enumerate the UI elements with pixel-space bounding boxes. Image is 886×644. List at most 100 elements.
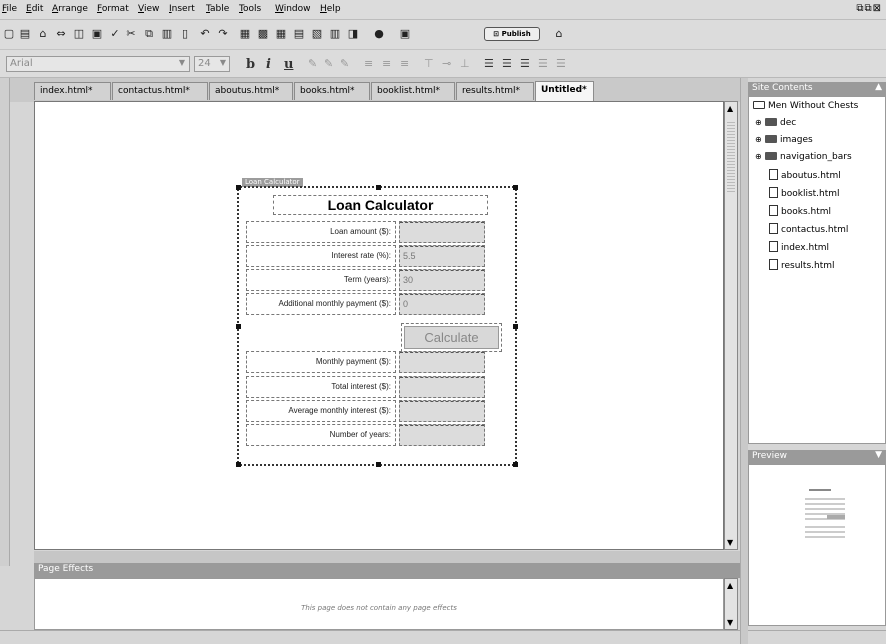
text-color-icon[interactable]: ✎ — [308, 57, 317, 70]
insert-text-icon[interactable]: ▦ — [238, 27, 252, 41]
menu-help[interactable]: Help — [320, 4, 341, 14]
tab-index[interactable]: index.html* — [34, 82, 111, 100]
term-years-field[interactable]: 30 — [399, 269, 485, 291]
menu-arrange[interactable]: Arrange — [52, 4, 88, 14]
save-icon[interactable]: ◫ — [72, 27, 86, 41]
right-splitter[interactable] — [740, 78, 748, 644]
insert-layer-icon[interactable]: ▧ — [310, 27, 324, 41]
tree-file-results[interactable]: results.html — [769, 259, 835, 271]
delete-icon[interactable]: ▯ — [178, 27, 192, 41]
underline-icon[interactable]: u — [284, 57, 293, 72]
new-page-icon[interactable]: ▢ — [2, 27, 16, 41]
scroll-thumb[interactable] — [727, 122, 735, 192]
preview-browser-icon[interactable]: ● — [372, 27, 386, 41]
valign-bottom-icon[interactable]: ⊥ — [460, 57, 470, 70]
help-icon[interactable]: ⌂ — [552, 27, 566, 41]
number-of-years-field[interactable] — [399, 424, 485, 446]
scroll-up-icon[interactable]: ▲ — [727, 104, 733, 113]
tab-results[interactable]: results.html* — [456, 82, 534, 100]
tree-folder-dec[interactable]: ⊕ dec — [755, 118, 796, 128]
window-controls[interactable]: ⧉⧉⊠ — [856, 3, 882, 14]
style-icon[interactable]: ✎ — [340, 57, 349, 70]
insert-image-icon[interactable]: ▩ — [256, 27, 270, 41]
menu-table[interactable]: Table — [206, 4, 229, 14]
valign-middle-icon[interactable]: ⊸ — [442, 57, 451, 70]
collapse-icon[interactable]: ▲ — [875, 82, 882, 92]
expand-icon[interactable]: ⊕ — [755, 118, 763, 127]
align-right-icon[interactable]: ≡ — [400, 57, 409, 70]
resize-handle[interactable] — [236, 462, 241, 467]
tree-file-index[interactable]: index.html — [769, 241, 829, 253]
bullet-list-icon[interactable]: ☰ — [484, 57, 494, 70]
tab-booklist[interactable]: booklist.html* — [371, 82, 455, 100]
left-rail[interactable] — [0, 78, 10, 566]
menu-file[interactable]: File — [2, 4, 17, 14]
tab-untitled[interactable]: Untitled* — [535, 81, 594, 101]
resize-handle[interactable] — [236, 185, 241, 190]
bold-icon[interactable]: b — [246, 57, 255, 72]
tree-file-aboutus[interactable]: aboutus.html — [769, 169, 841, 181]
resize-handle[interactable] — [513, 462, 518, 467]
publish-button[interactable]: ⊡ Publish — [484, 27, 540, 41]
editor-scrollbar[interactable]: ▲ ▼ — [724, 101, 738, 550]
tab-books[interactable]: books.html* — [294, 82, 370, 100]
indent-more-icon[interactable]: ☰ — [556, 57, 566, 70]
scroll-down-icon[interactable]: ▼ — [727, 538, 733, 547]
menu-edit[interactable]: Edit — [26, 4, 43, 14]
insert-table-icon[interactable]: ▦ — [274, 27, 288, 41]
resize-handle[interactable] — [376, 462, 381, 467]
numbered-list-icon[interactable]: ☰ — [502, 57, 512, 70]
redo-icon[interactable]: ↷ — [216, 27, 230, 41]
new-site-icon[interactable]: ▤ — [18, 27, 32, 41]
menu-insert[interactable]: Insert — [169, 4, 195, 14]
resize-handle[interactable] — [236, 324, 241, 329]
menu-tools[interactable]: Tools — [239, 4, 261, 14]
tree-file-booklist[interactable]: booklist.html — [769, 187, 840, 199]
total-interest-field[interactable] — [399, 376, 485, 398]
page-properties-icon[interactable]: ▣ — [398, 27, 412, 41]
tab-contactus[interactable]: contactus.html* — [112, 82, 208, 100]
tree-file-books[interactable]: books.html — [769, 205, 831, 217]
resize-handle[interactable] — [513, 185, 518, 190]
menu-format[interactable]: Format — [97, 4, 129, 14]
expand-icon[interactable]: ⊕ — [755, 152, 763, 161]
undo-icon[interactable]: ↶ — [198, 27, 212, 41]
spellcheck-icon[interactable]: ✓ — [108, 27, 122, 41]
additional-payment-field[interactable]: 0 — [399, 293, 485, 315]
insert-column-icon[interactable]: ▥ — [328, 27, 342, 41]
interest-rate-field[interactable]: 5.5 — [399, 245, 485, 267]
panel-splitter[interactable] — [34, 551, 740, 563]
align-left-icon[interactable]: ≡ — [364, 57, 373, 70]
cut-icon[interactable]: ✂ — [124, 27, 138, 41]
page-effects-scrollbar[interactable]: ▲ ▼ — [724, 578, 738, 630]
font-size-select[interactable]: 24 ▼ — [194, 56, 230, 72]
print-icon[interactable]: ▣ — [90, 27, 104, 41]
align-center-icon[interactable]: ≡ — [382, 57, 391, 70]
open-icon[interactable]: ⇔ — [54, 27, 68, 41]
italic-icon[interactable]: i — [266, 57, 271, 72]
menu-window[interactable]: Window — [275, 4, 311, 14]
calculate-button[interactable]: Calculate — [404, 326, 499, 349]
font-select[interactable]: Arial ▼ — [6, 56, 190, 72]
menu-view[interactable]: View — [138, 4, 159, 14]
tree-file-contactus[interactable]: contactus.html — [769, 223, 848, 235]
scroll-down-icon[interactable]: ▼ — [727, 618, 733, 627]
scroll-up-icon[interactable]: ▲ — [727, 581, 733, 590]
indent-icon[interactable]: ☰ — [538, 57, 548, 70]
tree-root[interactable]: Men Without Chests — [753, 101, 858, 111]
tab-aboutus[interactable]: aboutus.html* — [209, 82, 293, 100]
tree-folder-images[interactable]: ⊕ images — [755, 135, 813, 145]
insert-form-icon[interactable]: ▤ — [292, 27, 306, 41]
expand-icon[interactable]: ⊕ — [755, 135, 763, 144]
monthly-payment-field[interactable] — [399, 351, 485, 373]
resize-handle[interactable] — [513, 324, 518, 329]
paste-icon[interactable]: ▥ — [160, 27, 174, 41]
resize-handle[interactable] — [376, 185, 381, 190]
outdent-icon[interactable]: ☰ — [520, 57, 530, 70]
site-icon[interactable]: ⌂ — [36, 27, 50, 41]
loan-amount-field[interactable] — [399, 221, 485, 243]
insert-object-icon[interactable]: ◨ — [346, 27, 360, 41]
copy-icon[interactable]: ⧉ — [142, 27, 156, 41]
chevron-down-icon[interactable]: ▼ — [875, 450, 882, 460]
valign-top-icon[interactable]: ⊤ — [424, 57, 434, 70]
